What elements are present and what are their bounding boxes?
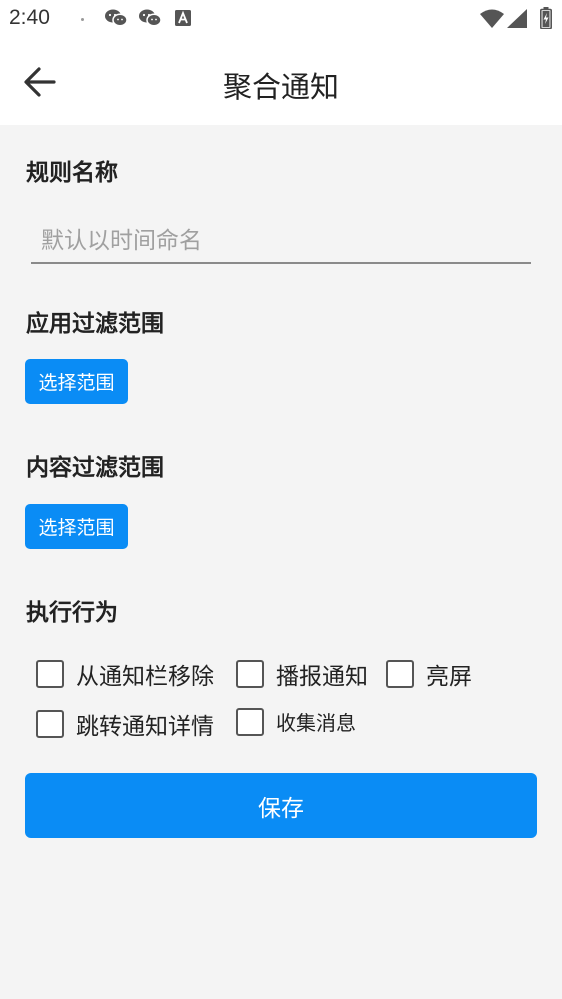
save-button[interactable]: 保存	[25, 773, 537, 838]
content-filter-label: 内容过滤范围	[26, 455, 164, 481]
rule-name-label: 规则名称	[26, 160, 118, 186]
checkbox-box[interactable]	[386, 660, 414, 688]
wifi-icon	[480, 9, 504, 28]
app-filter-select-button[interactable]: 选择范围	[25, 359, 128, 404]
content-filter-select-button[interactable]: 选择范围	[25, 504, 128, 549]
checkbox-box[interactable]	[236, 707, 264, 736]
checkbox-label: 从通知栏移除	[76, 664, 214, 690]
status-dot	[81, 18, 84, 21]
checkbox-label: 收集消息	[276, 711, 356, 735]
status-time: 2:40	[9, 6, 50, 29]
checkbox-collect-messages[interactable]: 收集消息	[236, 707, 356, 736]
checkbox-remove-from-notification-bar[interactable]: 从通知栏移除	[36, 657, 214, 691]
wechat-icon	[105, 9, 128, 27]
checkbox-box[interactable]	[36, 710, 64, 738]
text-a-icon	[175, 10, 191, 26]
checkbox-label: 播报通知	[276, 664, 368, 690]
page-title: 聚合通知	[222, 70, 339, 104]
cell-signal-icon	[507, 9, 527, 28]
app-bar: 聚合通知	[0, 38, 562, 125]
app-filter-label: 应用过滤范围	[26, 311, 164, 337]
checkbox-wake-screen[interactable]: 亮屏	[386, 657, 472, 691]
checkbox-box[interactable]	[236, 660, 264, 688]
checkbox-box[interactable]	[36, 660, 64, 688]
checkbox-announce-notification[interactable]: 播报通知	[236, 657, 368, 691]
checkbox-label: 亮屏	[426, 664, 472, 690]
rule-name-input[interactable]	[31, 220, 531, 264]
checkbox-label: 跳转通知详情	[76, 714, 214, 740]
checkbox-jump-to-notification-detail[interactable]: 跳转通知详情	[36, 707, 214, 741]
battery-icon	[540, 7, 552, 29]
actions-label: 执行行为	[26, 600, 118, 626]
status-bar: 2:40	[0, 0, 562, 38]
wechat-icon	[139, 9, 162, 27]
